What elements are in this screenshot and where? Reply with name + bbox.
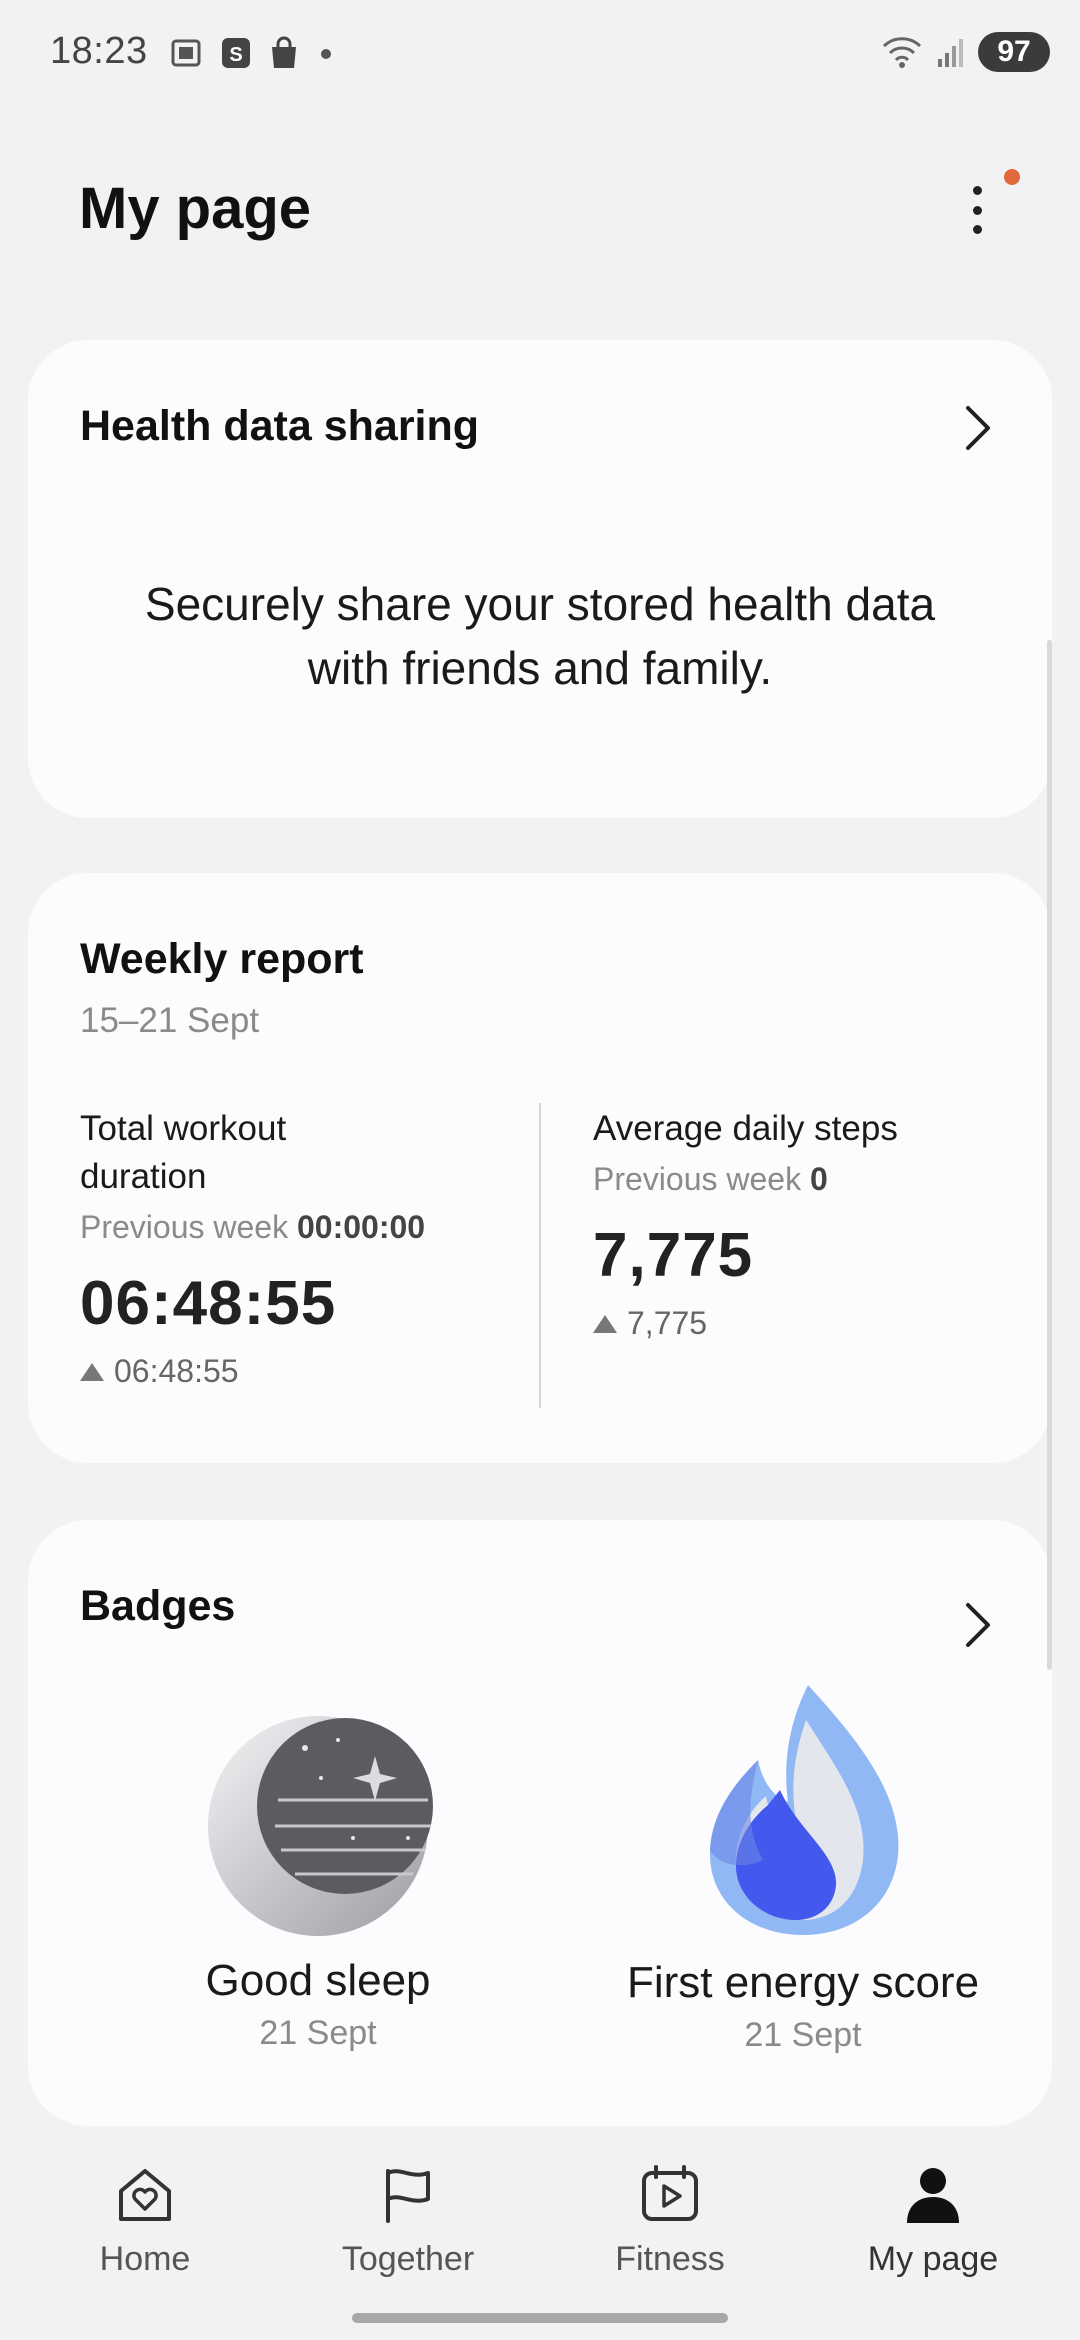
daily-steps-stat: Average daily steps Previous week 0 7,77… [593, 1105, 1013, 1342]
chevron-right-icon [966, 406, 990, 450]
weekly-report-date-range: 15–21 Sept [80, 1001, 260, 1040]
workout-previous-week-value: 00:00:00 [296, 1209, 426, 1245]
health-data-sharing-card[interactable]: Health data sharing Securely share your … [28, 340, 1052, 818]
nav-item-fitness[interactable]: Fitness [570, 2160, 770, 2279]
up-triangle-icon [593, 1314, 617, 1333]
nav-item-home[interactable]: Home [45, 2160, 245, 2279]
scroll-indicator[interactable] [1047, 640, 1052, 1670]
status-bar: 18:23 S 97 [0, 0, 1080, 110]
workout-duration-label: Total workout duration [80, 1109, 287, 1196]
nav-label: Together [341, 2240, 475, 2278]
shopping-bag-icon [272, 36, 296, 68]
steps-previous-week-label: Previous week [593, 1161, 802, 1197]
daily-steps-delta-value: 7,775 [627, 1305, 708, 1341]
samsung-s-icon: S [222, 38, 250, 68]
weekly-report-title: Weekly report [80, 935, 364, 983]
badge-name: First energy score [626, 1958, 980, 2007]
nav-item-my-page[interactable]: My page [833, 2160, 1033, 2279]
bottom-navigation: Home Together Fitness My page [0, 2140, 1080, 2300]
signal-icon [938, 39, 963, 67]
steps-previous-week: Previous week 0 [593, 1161, 1013, 1198]
workout-duration-stat: Total workout duration Previous week 00:… [80, 1105, 480, 1390]
calendar-play-icon [642, 2165, 698, 2221]
status-time: 18:23 [50, 30, 148, 72]
home-heart-icon [119, 2169, 171, 2221]
workout-previous-week: Previous week 00:00:00 [80, 1209, 480, 1246]
moon-badge-icon [208, 1716, 433, 1936]
weekly-report-divider [539, 1103, 541, 1408]
workout-duration-delta: 06:48:55 [80, 1353, 480, 1390]
more-notifications-dot-icon [321, 49, 331, 59]
daily-steps-delta: 7,775 [593, 1305, 1013, 1342]
status-system-icons: 97 [880, 32, 1050, 72]
badges-title: Badges [80, 1582, 236, 1630]
up-triangle-icon [80, 1362, 104, 1381]
nav-label: My page [867, 2240, 999, 2278]
badge-item[interactable]: Good sleep 21 Sept [148, 1708, 488, 2053]
more-dot [972, 205, 982, 215]
notification-dot [1004, 169, 1020, 185]
wifi-icon [882, 37, 922, 68]
steps-previous-week-value: 0 [809, 1161, 828, 1197]
more-dot [972, 225, 982, 234]
weekly-report-card[interactable]: Weekly report 15–21 Sept Total workout d… [28, 873, 1052, 1463]
badge-date: 21 Sept [259, 2014, 377, 2052]
page-title: My page [79, 176, 312, 241]
workout-previous-week-label: Previous week [80, 1209, 289, 1245]
flame-badge-icon [709, 1685, 899, 1935]
workout-duration-delta-value: 06:48:55 [114, 1353, 239, 1389]
health-data-sharing-description: Securely share your stored health data w… [144, 578, 936, 694]
badge-item[interactable]: First energy score 21 Sept [573, 1685, 1033, 2055]
badge-name: Good sleep [205, 1956, 431, 2005]
workout-duration-value: 06:48:55 [80, 1269, 337, 1338]
battery-indicator: 97 [978, 32, 1050, 72]
more-dot [972, 186, 982, 195]
badges-card[interactable]: Badges Good sleep 21 Sept First energy s… [28, 1520, 1052, 2126]
status-notification-icons: S [168, 36, 336, 70]
screenshot-icon [171, 39, 201, 67]
chevron-right-icon [966, 1603, 990, 1647]
nav-label: Fitness [615, 2240, 725, 2278]
home-indicator[interactable] [352, 2313, 728, 2323]
nav-item-together[interactable]: Together [308, 2160, 508, 2279]
daily-steps-label: Average daily steps [593, 1109, 898, 1148]
more-options-button[interactable] [955, 180, 999, 240]
nav-label: Home [99, 2240, 191, 2278]
daily-steps-value: 7,775 [593, 1221, 754, 1290]
badge-date: 21 Sept [744, 2016, 862, 2054]
svg-text:S: S [229, 44, 242, 66]
person-icon [907, 2168, 959, 2223]
health-data-sharing-title: Health data sharing [80, 402, 480, 450]
flag-icon [386, 2169, 430, 2223]
